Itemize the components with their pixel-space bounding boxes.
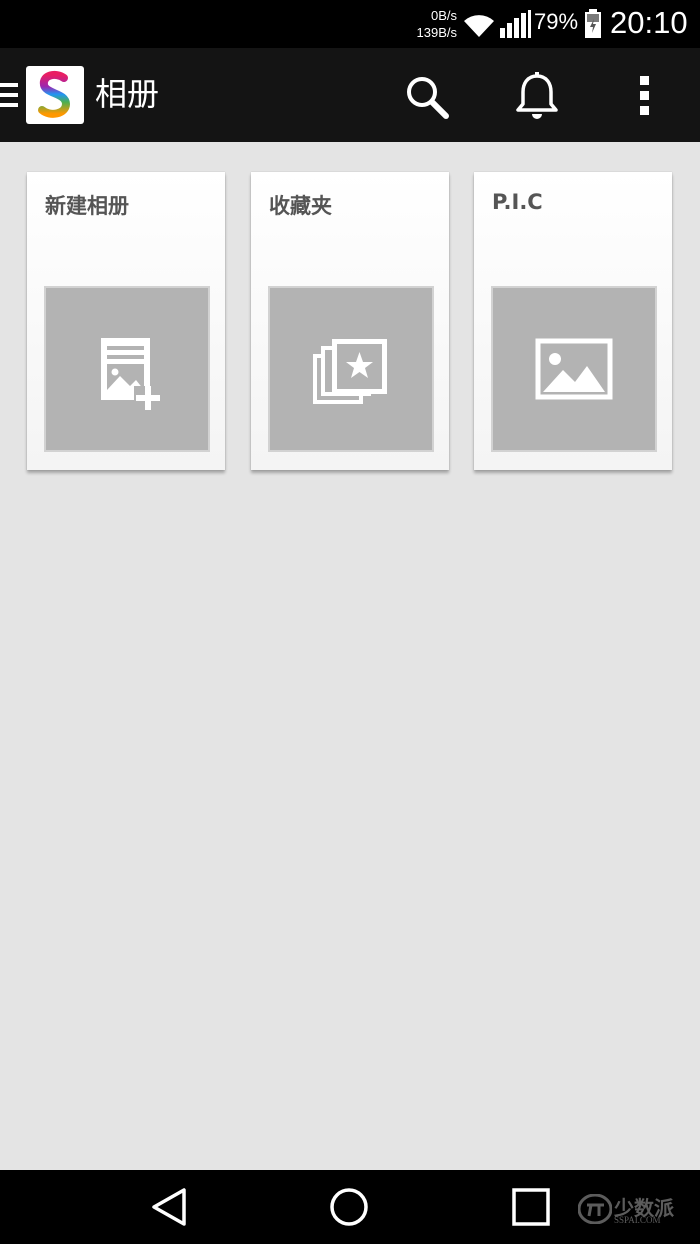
battery-percent: 79% [534,9,579,34]
clock: 20:10 [610,5,688,40]
new-album-icon [101,338,162,414]
app-logo[interactable] [26,66,84,124]
album-card-favorites[interactable]: 收藏夹 [251,172,449,470]
s-logo-icon [38,70,71,118]
wifi-icon [464,15,494,37]
sspai-logo-icon [578,1194,612,1224]
bell-icon[interactable] [514,72,560,122]
album-title: P.I.C [492,190,543,214]
more-vert-icon[interactable] [634,74,656,118]
download-speed: 139B/s [416,25,457,40]
page-title: 相册 [95,75,160,113]
watermark: 少数派 SSPAI.COM [578,1190,688,1230]
signal-icon [500,10,531,38]
back-icon[interactable] [148,1186,190,1228]
album-thumbnail [44,286,210,452]
status-bar: 0B/s 139B/s 79% 20:10 [0,0,700,48]
network-speed: 0B/s 139B/s [417,7,457,41]
album-card-new[interactable]: 新建相册 [27,172,225,470]
album-thumbnail [491,286,657,452]
favorites-icon [313,339,387,404]
album-title: 新建相册 [45,194,129,218]
navigation-bar: 少数派 SSPAI.COM [0,1170,700,1244]
home-icon[interactable] [328,1186,370,1228]
search-icon[interactable] [404,74,450,120]
album-title: 收藏夹 [269,194,332,218]
app-bar: 相册 [0,48,700,142]
image-icon [535,338,613,400]
watermark-subtext: SSPAI.COM [614,1215,661,1225]
recents-icon[interactable] [510,1186,552,1228]
menu-icon[interactable] [0,80,20,110]
album-card-pic[interactable]: P.I.C [474,172,672,470]
battery-icon [585,9,601,38]
upload-speed: 0B/s [430,8,457,23]
album-thumbnail [268,286,434,452]
